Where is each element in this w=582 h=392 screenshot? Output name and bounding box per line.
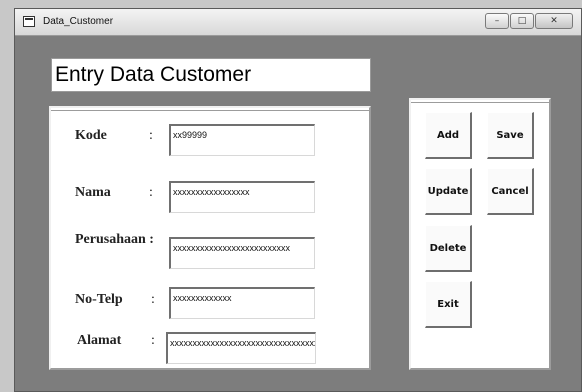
add-button[interactable]: Add bbox=[425, 112, 472, 159]
no-telp-label: No-Telp bbox=[75, 292, 123, 307]
minimize-button[interactable]: – bbox=[485, 13, 509, 29]
title-bar[interactable]: Data_Customer – □ ✕ bbox=[15, 9, 581, 36]
exit-button[interactable]: Exit bbox=[425, 281, 472, 328]
app-icon bbox=[23, 16, 35, 27]
page-title: Entry Data Customer bbox=[51, 58, 371, 92]
window-title: Data_Customer bbox=[43, 16, 114, 27]
alamat-field[interactable]: xxxxxxxxxxxxxxxxxxxxxxxxxxxxxxxxxx bbox=[166, 332, 316, 364]
customer-form-panel: Kode : xx99999 Nama : xxxxxxxxxxxxxxxxx … bbox=[49, 106, 371, 370]
kode-colon: : bbox=[149, 128, 153, 143]
save-button[interactable]: Save bbox=[487, 112, 534, 159]
perusahaan-field[interactable]: xxxxxxxxxxxxxxxxxxxxxxxxxx bbox=[169, 237, 315, 269]
cancel-button[interactable]: Cancel bbox=[487, 168, 534, 215]
no-telp-field[interactable]: xxxxxxxxxxxxx bbox=[169, 287, 315, 319]
close-button[interactable]: ✕ bbox=[535, 13, 573, 29]
update-button[interactable]: Update bbox=[425, 168, 472, 215]
no-telp-colon: : bbox=[151, 292, 155, 307]
nama-colon: : bbox=[149, 185, 153, 200]
kode-label: Kode bbox=[75, 128, 107, 143]
nama-field[interactable]: xxxxxxxxxxxxxxxxx bbox=[169, 181, 315, 213]
perusahaan-label: Perusahaan : bbox=[75, 232, 154, 247]
kode-field[interactable]: xx99999 bbox=[169, 124, 315, 156]
maximize-button[interactable]: □ bbox=[510, 13, 534, 29]
alamat-colon: : bbox=[151, 333, 155, 348]
data-customer-window: Data_Customer – □ ✕ Entry Data Customer … bbox=[14, 8, 582, 392]
delete-button[interactable]: Delete bbox=[425, 225, 472, 272]
nama-label: Nama bbox=[75, 185, 111, 200]
action-button-panel: Add Save Update Cancel Delete Exit bbox=[409, 98, 551, 370]
alamat-label: Alamat bbox=[77, 333, 122, 348]
